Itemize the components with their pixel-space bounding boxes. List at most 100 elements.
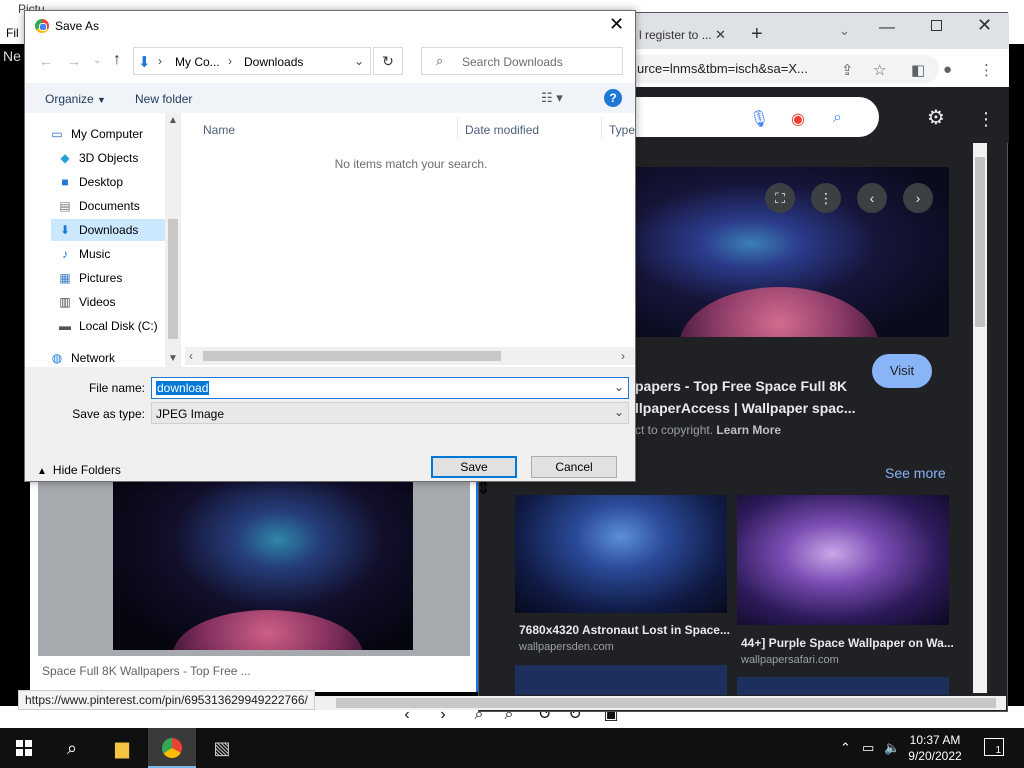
next-image-icon[interactable]: ›: [903, 183, 933, 213]
search-input[interactable]: ⌕ Search Downloads: [421, 47, 623, 75]
visit-button[interactable]: Visit: [872, 354, 932, 388]
hide-folders-button[interactable]: ▲ Hide Folders: [37, 463, 121, 477]
sidebar-item-pictures[interactable]: ▦ Pictures: [51, 267, 165, 289]
address-bar[interactable]: urce=lnms&tbm=isch&sa=X...: [609, 55, 939, 83]
pin-image[interactable]: [113, 480, 413, 650]
up-arrow-icon[interactable]: ↑: [113, 51, 121, 69]
notification-center-icon[interactable]: 1: [984, 738, 1004, 756]
thumbnail-caption[interactable]: 44+] Purple Space Wallpaper on Wa...: [741, 636, 953, 650]
back-arrow-icon[interactable]: ←: [39, 53, 53, 69]
scroll-down-icon[interactable]: ▼: [168, 353, 178, 364]
dialog-titlebar[interactable]: Save As ✕: [25, 11, 635, 41]
file-name-input[interactable]: download ⌄: [151, 377, 629, 399]
scroll-thumb[interactable]: [336, 698, 996, 708]
thumbnail-partial[interactable]: [515, 665, 727, 695]
settings-gear-icon[interactable]: ⚙: [927, 105, 945, 130]
cancel-button[interactable]: Cancel: [531, 456, 617, 478]
google-lens-icon[interactable]: ◉: [791, 109, 805, 129]
see-more-link[interactable]: See more: [885, 465, 946, 481]
refresh-icon[interactable]: ↻: [373, 47, 403, 75]
save-as-type-select[interactable]: JPEG Image ⌄: [151, 402, 629, 424]
previous-image-icon[interactable]: ‹: [857, 183, 887, 213]
microphone-icon[interactable]: 🎙: [749, 109, 769, 129]
result-title[interactable]: papers - Top Free Space Full 8K llpaperA…: [635, 375, 865, 419]
scroll-thumb[interactable]: [168, 219, 178, 339]
sidebar-item-local-disk[interactable]: ▬ Local Disk (C:): [51, 315, 165, 337]
sidebar-item-music[interactable]: ♪ Music: [51, 243, 165, 265]
apps-grid-icon[interactable]: ⋮: [977, 109, 995, 130]
new-folder-button[interactable]: New folder: [135, 92, 192, 106]
scroll-right-icon[interactable]: ›: [621, 349, 625, 363]
start-button[interactable]: [0, 728, 48, 768]
thumbnail-astronaut[interactable]: [515, 495, 727, 613]
pin-caption[interactable]: Space Full 8K Wallpapers - Top Free ...: [42, 664, 251, 678]
chevron-down-icon[interactable]: ⌄: [614, 380, 624, 394]
volume-icon[interactable]: 🔈: [884, 740, 900, 756]
chevron-up-icon: ▲: [37, 466, 47, 477]
chevron-down-icon[interactable]: ⌄: [614, 405, 624, 419]
minimize-icon[interactable]: —: [879, 19, 895, 37]
organize-label: Organize: [45, 92, 94, 106]
image-preview[interactable]: ⛶ ⋮ ‹ › 20: [619, 167, 949, 337]
column-header-name[interactable]: Name: [203, 123, 235, 137]
new-tab-icon[interactable]: +: [751, 23, 763, 46]
panel-divider[interactable]: [476, 480, 478, 692]
scroll-left-icon[interactable]: ‹: [189, 349, 193, 363]
search-icon[interactable]: ⌕: [833, 109, 842, 127]
column-divider[interactable]: [601, 117, 602, 139]
sidebar-item-network[interactable]: ◍ Network: [43, 347, 157, 369]
forward-arrow-icon[interactable]: →: [67, 53, 81, 69]
thumbnail-partial[interactable]: [737, 677, 949, 695]
tab-search-icon[interactable]: ⌄: [839, 23, 850, 39]
thumbnail-caption[interactable]: 7680x4320 Astronaut Lost in Space...: [519, 623, 731, 637]
save-button[interactable]: Save: [431, 456, 517, 478]
page-vertical-scrollbar[interactable]: [973, 143, 987, 693]
column-header-type[interactable]: Type: [609, 123, 635, 137]
maximize-icon[interactable]: [931, 20, 942, 31]
tab-close-icon[interactable]: ✕: [715, 27, 726, 43]
view-options-icon[interactable]: ☷ ▾: [541, 90, 563, 106]
help-icon[interactable]: ?: [604, 89, 622, 107]
sidebar-item-videos[interactable]: ▥ Videos: [51, 291, 165, 313]
file-list-horizontal-scrollbar[interactable]: ‹ ›: [185, 347, 635, 365]
breadcrumb-segment[interactable]: My Co...: [175, 55, 220, 69]
thumbnail-purple-space[interactable]: [737, 495, 949, 625]
background-app-menu[interactable]: Fil: [6, 26, 19, 40]
share-icon[interactable]: ⇪: [841, 61, 854, 79]
dialog-title: Save As: [55, 19, 100, 33]
network-tray-icon[interactable]: ▭: [862, 740, 874, 756]
scroll-thumb[interactable]: [203, 351, 501, 361]
lens-search-icon[interactable]: ⛶: [765, 183, 795, 213]
column-divider[interactable]: [457, 117, 458, 139]
side-panel-icon[interactable]: ◧: [911, 61, 925, 79]
dialog-close-icon[interactable]: ✕: [609, 14, 624, 35]
bookmark-star-icon[interactable]: ☆: [873, 61, 886, 79]
organize-button[interactable]: Organize ▼: [45, 92, 106, 106]
profile-icon[interactable]: ●: [943, 61, 952, 78]
sidebar-item-downloads[interactable]: ⬇ Downloads: [51, 219, 165, 241]
scroll-up-icon[interactable]: ▲: [168, 115, 178, 126]
clock[interactable]: 10:37 AM 9/20/2022: [904, 732, 966, 764]
chevron-down-icon[interactable]: ⌄: [354, 54, 364, 68]
sidebar-item-documents[interactable]: ▤ Documents: [51, 195, 165, 217]
breadcrumb-separator-icon[interactable]: ›: [228, 54, 232, 68]
learn-more-link[interactable]: Learn More: [716, 423, 781, 437]
search-icon[interactable]: ⌕: [48, 728, 96, 768]
sidebar-item-my-computer[interactable]: ▭ My Computer: [43, 123, 157, 145]
chevron-up-icon[interactable]: ⌃: [840, 740, 851, 756]
file-explorer-icon[interactable]: ▆: [98, 728, 146, 768]
breadcrumb-separator-icon[interactable]: ›: [158, 54, 162, 68]
sidebar-item-desktop[interactable]: ■ Desktop: [51, 171, 165, 193]
more-options-icon[interactable]: ⋮: [811, 183, 841, 213]
menu-kebab-icon[interactable]: ⋮: [979, 61, 994, 79]
breadcrumb[interactable]: ⬇ › My Co... › Downloads ⌄: [133, 47, 371, 75]
breadcrumb-segment[interactable]: Downloads: [244, 55, 303, 69]
sidebar-item-3d-objects[interactable]: ◆ 3D Objects: [51, 147, 165, 169]
scroll-thumb[interactable]: [975, 157, 985, 327]
column-header-date-modified[interactable]: Date modified: [465, 123, 539, 137]
image-viewer-icon[interactable]: ▧: [198, 728, 246, 768]
recent-locations-icon[interactable]: ⌄: [93, 55, 101, 66]
window-close-icon[interactable]: ✕: [977, 15, 992, 36]
navigation-scrollbar[interactable]: ▲ ▼: [165, 113, 181, 367]
chrome-taskbar-icon[interactable]: [148, 728, 196, 768]
